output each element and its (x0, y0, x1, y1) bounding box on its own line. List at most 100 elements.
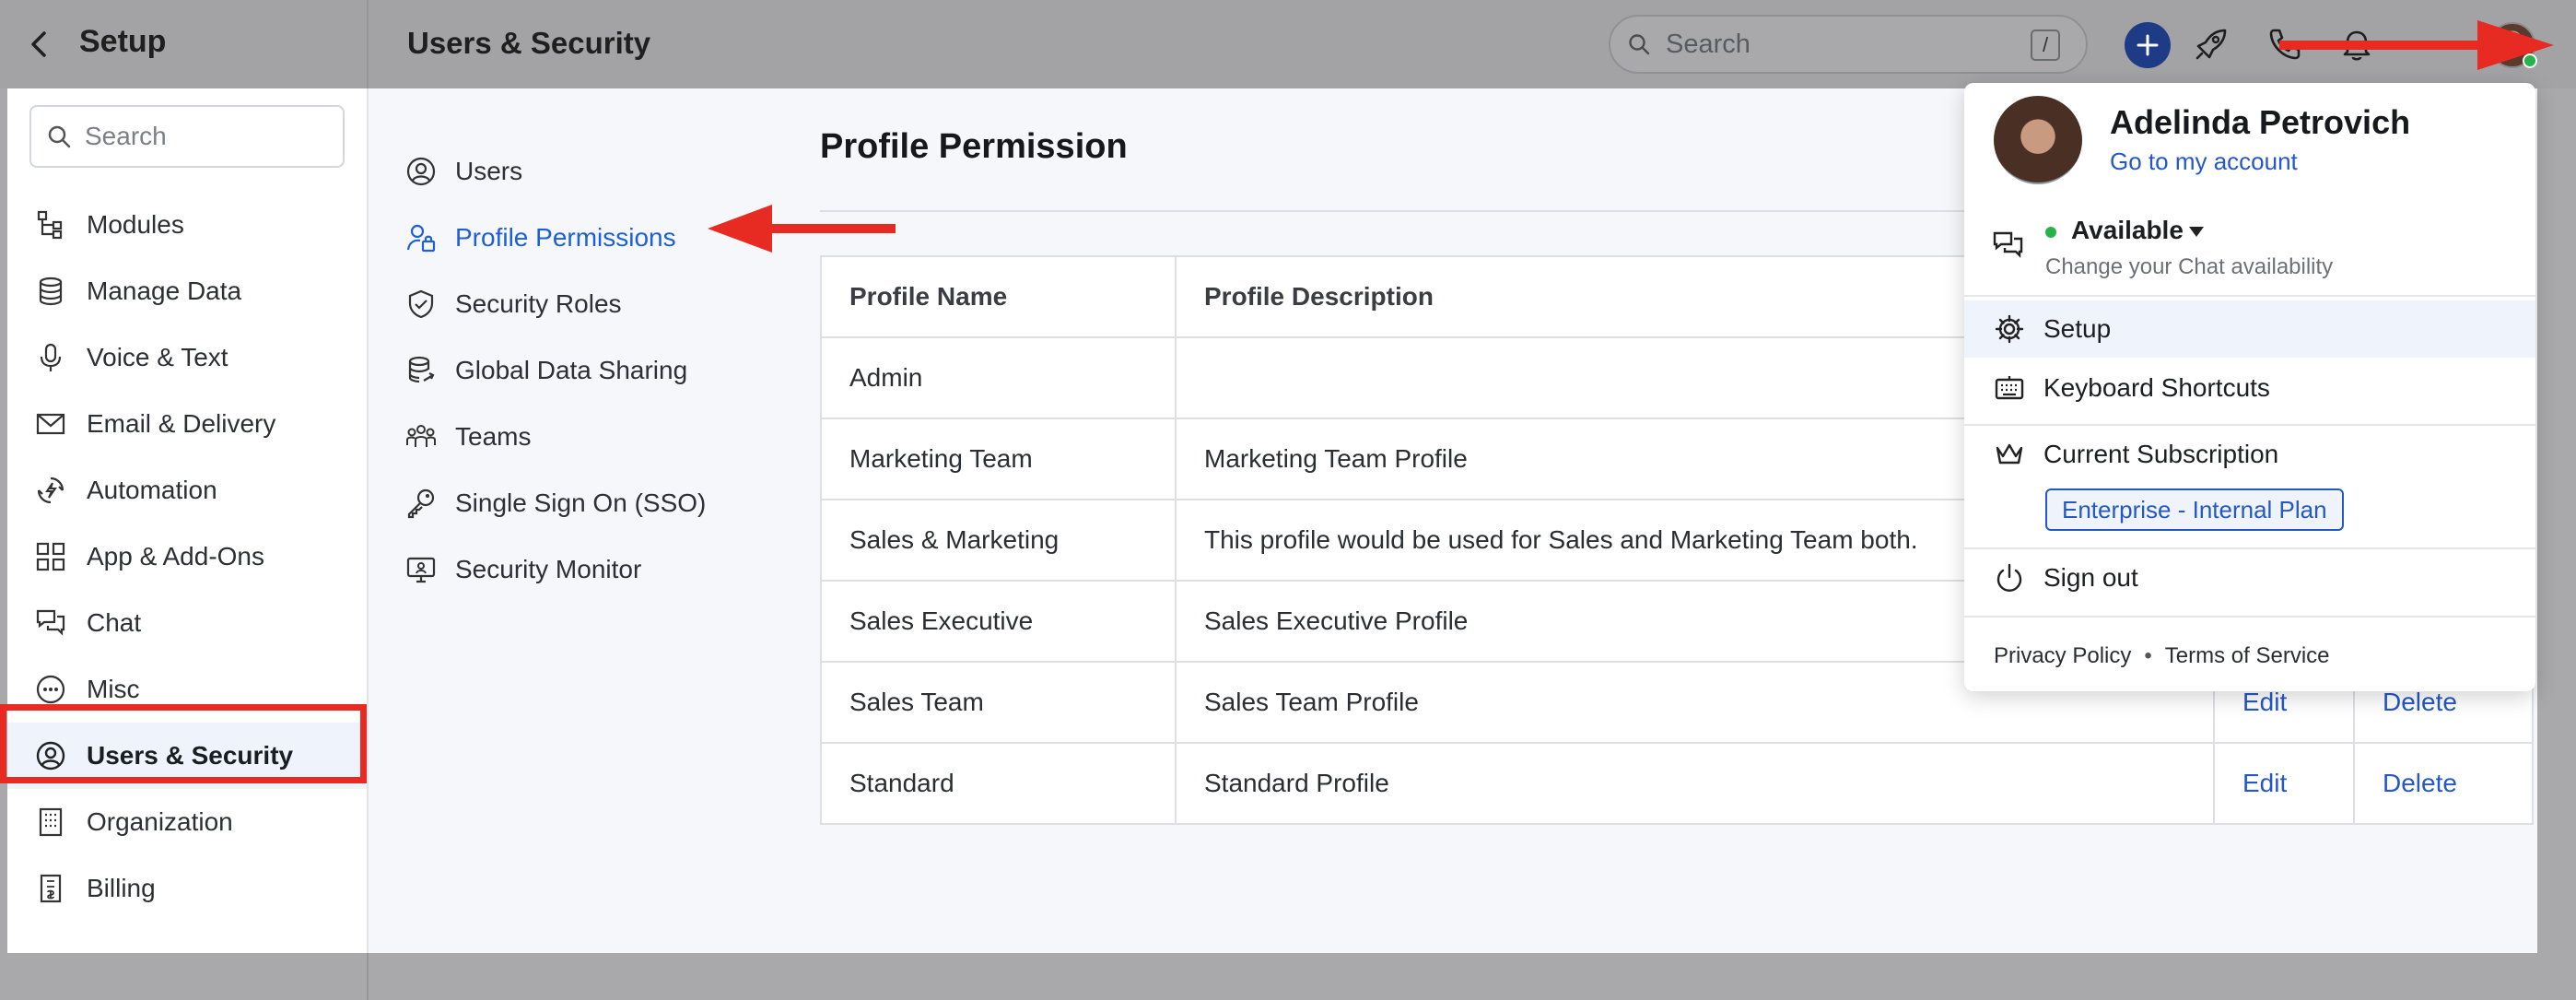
subnav-item-global-data-sharing[interactable]: Global Data Sharing (405, 337, 737, 404)
rocket-icon[interactable] (2191, 24, 2231, 65)
chat-status-hint: Change your Chat availability (2045, 254, 2334, 279)
setup-header: Setup (0, 0, 367, 88)
sidebar-item-manage-data[interactable]: Manage Data (7, 258, 367, 324)
go-to-account-link[interactable]: Go to my account (2110, 147, 2298, 176)
subnav-item-label: Users (455, 157, 523, 185)
modules-icon (37, 210, 63, 240)
avatar (1994, 96, 2082, 184)
subnav-item-security-monitor[interactable]: Security Monitor (405, 536, 737, 603)
divider (367, 953, 369, 1000)
section-title: Profile Permission (820, 127, 1128, 166)
chat-icon (36, 609, 65, 636)
chat-status-select[interactable]: Available (2071, 216, 2184, 245)
sidebar-item-email-delivery[interactable]: Email & Delivery (7, 391, 367, 457)
user-circle-icon (406, 157, 436, 186)
sign-out-menu-item[interactable]: Sign out (1964, 549, 2535, 606)
sidebar-item-label: Chat (87, 608, 142, 637)
plan-badge[interactable]: Enterprise - Internal Plan (2045, 488, 2344, 531)
caret-down-icon[interactable] (2189, 227, 2204, 238)
terms-of-service-link[interactable]: Terms of Service (2165, 643, 2330, 669)
profile-name-cell: Sales Executive (820, 580, 1177, 663)
create-button[interactable] (2125, 22, 2171, 68)
page-title: Users & Security (407, 26, 651, 60)
microphone-icon (40, 343, 62, 371)
keyboard-icon (1995, 376, 2024, 400)
subnav-item-profile-permissions[interactable]: Profile Permissions (405, 205, 737, 271)
sidebar-item-label: Email & Delivery (87, 409, 276, 438)
privacy-policy-link[interactable]: Privacy Policy (1994, 643, 2131, 669)
sidebar-item-users-security[interactable]: Users & Security (7, 723, 367, 789)
subnav-item-sso[interactable]: Single Sign On (SSO) (405, 470, 737, 536)
sidebar-item-label: App & Add-Ons (87, 542, 265, 571)
subnav-item-label: Security Monitor (455, 555, 642, 583)
divider (1964, 295, 2535, 297)
building-icon (39, 807, 63, 837)
divider (1964, 616, 2535, 618)
profile-name-cell: Marketing Team (820, 418, 1177, 500)
setup-sidebar: Modules Manage Data Voice & Text Email &… (7, 88, 367, 953)
table-row: Standard Standard Profile Edit Delete (820, 742, 2534, 825)
key-icon (407, 488, 435, 519)
sidebar-item-app-addons[interactable]: App & Add-Ons (7, 524, 367, 590)
subnav-item-security-roles[interactable]: Security Roles (405, 271, 737, 337)
keyboard-shortcuts-menu-item[interactable]: Keyboard Shortcuts (1964, 359, 2535, 417)
sidebar-item-misc[interactable]: Misc (7, 656, 367, 723)
team-icon (406, 425, 436, 447)
sidebar-item-label: Manage Data (87, 276, 242, 305)
sidebar-item-label: Voice & Text (87, 343, 228, 371)
sidebar-item-billing[interactable]: Billing (7, 855, 367, 922)
profile-name-cell: Admin (820, 336, 1177, 419)
sidebar-search-input[interactable] (85, 122, 324, 151)
sidebar-item-label: Users & Security (87, 741, 294, 770)
subnav-item-label: Security Roles (455, 289, 622, 318)
bottom-overlay (0, 953, 2576, 1000)
subnav-item-teams[interactable]: Teams (405, 404, 737, 470)
subnav-item-label: Teams (455, 422, 532, 451)
dropdown-footer: Privacy Policy • Terms of Service (1994, 643, 2330, 669)
chevron-left-icon[interactable] (26, 28, 52, 61)
sidebar-item-modules[interactable]: Modules (7, 192, 367, 258)
subnav-item-users[interactable]: Users (405, 138, 737, 205)
sidebar-item-automation[interactable]: Automation (7, 457, 367, 524)
global-search[interactable]: / (1609, 15, 2088, 74)
apps-grid-icon (36, 542, 65, 571)
sidebar-search[interactable] (29, 105, 345, 168)
gear-icon (1995, 314, 2024, 344)
envelope-icon (36, 413, 65, 435)
search-shortcut-key: / (2031, 29, 2060, 61)
global-search-input[interactable] (1666, 29, 2016, 60)
user-circle-icon (36, 741, 65, 771)
crown-icon (1996, 443, 2023, 465)
sidebar-item-label: Billing (87, 874, 156, 902)
sidebar-item-organization[interactable]: Organization (7, 789, 367, 855)
profile-name-cell: Standard (820, 742, 1177, 825)
edit-link[interactable]: Edit (2213, 742, 2355, 825)
current-subscription-menu-item[interactable]: Current Subscription (1964, 426, 2535, 483)
users-security-subnav: Users Profile Permissions Security Roles… (405, 138, 737, 603)
annotation-arrow-right (2279, 20, 2554, 70)
power-icon (1996, 563, 2022, 592)
sidebar-item-label: Modules (87, 210, 184, 239)
setup-menu-item[interactable]: Setup (1964, 300, 2535, 358)
profile-name-cell: Sales & Marketing (820, 499, 1177, 582)
more-circle-icon (36, 675, 65, 704)
subnav-item-label: Global Data Sharing (455, 356, 688, 384)
delete-link[interactable]: Delete (2353, 742, 2534, 825)
database-icon (39, 276, 63, 306)
chat-status-icon (1993, 231, 2023, 258)
top-bar: Users & Security / (367, 0, 2576, 88)
profile-lock-icon (406, 224, 436, 253)
sidebar-item-chat[interactable]: Chat (7, 590, 367, 656)
setup-title: Setup (79, 24, 167, 59)
subnav-item-label: Single Sign On (SSO) (455, 488, 707, 517)
profile-dropdown: Adelinda Petrovich Go to my account Avai… (1964, 83, 2535, 691)
receipt-icon (40, 874, 62, 903)
search-icon (1629, 34, 1650, 55)
search-icon (48, 125, 71, 148)
menu-item-label: Setup (2043, 314, 2112, 343)
sidebar-item-voice-text[interactable]: Voice & Text (7, 324, 367, 391)
menu-item-label: Current Subscription (2043, 440, 2279, 468)
shield-check-icon (408, 289, 434, 319)
profile-name-cell: Sales Team (820, 661, 1177, 744)
sidebar-item-label: Organization (87, 807, 233, 836)
